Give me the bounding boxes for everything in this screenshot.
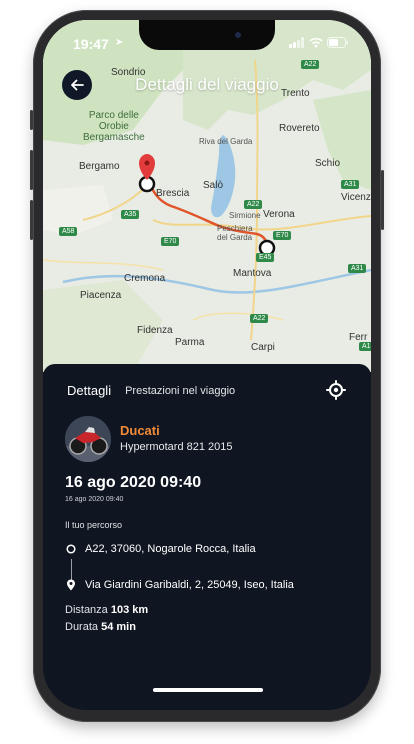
wifi-icon	[309, 37, 323, 48]
location-arrow-icon: ➤	[115, 37, 124, 48]
map-background	[43, 20, 371, 372]
map-label-schio: Schio	[315, 158, 341, 169]
route-label: Il tuo percorso	[65, 520, 123, 530]
signal-icon	[289, 37, 304, 48]
duration-label: Durata	[65, 621, 99, 633]
silent-switch	[30, 110, 33, 130]
road-shield-a31: A31	[341, 180, 360, 189]
vehicle-model: Hypermotard 821 2015	[120, 441, 233, 453]
trip-date: 16 ago 2020 09:40	[65, 474, 202, 491]
volume-up-button	[30, 150, 33, 190]
crosshair-icon	[326, 380, 346, 400]
page-title: Dettagli del viaggio	[135, 75, 279, 94]
map-label-rovereto: Rovereto	[279, 123, 320, 134]
status-bar: 19:47 ➤	[43, 20, 371, 56]
distance-value: 103 km	[110, 604, 149, 616]
trip-date-small: 16 ago 2020 09:40	[65, 496, 124, 503]
status-time: 19:47	[73, 36, 109, 52]
map-label-riva: Riva del Garda	[199, 137, 253, 146]
map-label-mantova: Mantova	[233, 268, 272, 279]
road-shield-a13: A13	[359, 342, 371, 351]
trip-duration: Durata 54 min	[65, 621, 136, 633]
start-circle-icon	[66, 544, 76, 554]
map-label-parco: Parco delle Orobie Bergamasche	[83, 110, 145, 143]
road-shield-a22-bottom: A22	[250, 314, 269, 323]
route-map[interactable]: Sondrio Trento Parco delle Orobie Bergam…	[43, 20, 371, 372]
map-label-salo: Salò	[203, 180, 224, 191]
road-shield-e45: E45	[256, 253, 275, 262]
map-label-piacenza: Piacenza	[80, 290, 122, 301]
map-label-cremona: Cremona	[124, 273, 166, 284]
map-label-brescia: Brescia	[156, 188, 190, 199]
battery-icon	[327, 37, 348, 48]
trip-distance: Distanza 103 km	[65, 604, 148, 616]
route-end: Via Giardini Garibaldi, 2, 25049, Iseo, …	[65, 579, 294, 591]
vehicle-avatar	[65, 416, 111, 462]
home-indicator[interactable]	[153, 688, 263, 692]
route-start: A22, 37060, Nogarole Rocca, Italia	[65, 543, 256, 555]
vehicle-brand: Ducati	[120, 423, 160, 438]
road-shield-a58: A58	[59, 227, 78, 236]
locate-button[interactable]	[326, 380, 346, 400]
map-label-peschiera: Peschiera del Garda	[217, 224, 253, 242]
map-label-sirmione: Sirmione	[229, 211, 261, 220]
duration-value: 54 min	[101, 621, 136, 633]
map-label-vicenza: Vicenz	[341, 192, 371, 203]
road-shield-e70b: E70	[273, 231, 292, 240]
route-end-address: Via Giardini Garibaldi, 2, 25049, Iseo, …	[85, 579, 294, 591]
map-label-fidenza: Fidenza	[137, 325, 173, 336]
map-label-carpi: Carpi	[251, 342, 275, 353]
screen: Sondrio Trento Parco delle Orobie Bergam…	[43, 20, 371, 710]
road-shield-a22-mid: A22	[244, 200, 263, 209]
map-label-parma: Parma	[175, 337, 205, 348]
tab-details[interactable]: Dettagli	[67, 383, 111, 398]
map-label-bergamo: Bergamo	[79, 161, 120, 172]
location-pin-icon	[67, 579, 75, 591]
motorcycle-image	[65, 416, 111, 462]
map-label-verona: Verona	[263, 209, 295, 220]
distance-label: Distanza	[65, 604, 108, 616]
road-shield-a35: A35	[121, 210, 140, 219]
trip-details-panel: Dettagli Prestazioni nel viaggio Ducati …	[43, 364, 371, 710]
route-start-address: A22, 37060, Nogarole Rocca, Italia	[85, 543, 256, 555]
road-shield-e70: E70	[161, 237, 180, 246]
road-shield-a22-top: A22	[301, 60, 320, 69]
road-shield-a31b: A31	[348, 264, 367, 273]
tab-trip-performance[interactable]: Prestazioni nel viaggio	[125, 385, 235, 397]
tab-bar: Dettagli Prestazioni nel viaggio	[67, 383, 235, 398]
power-button	[381, 170, 384, 230]
volume-down-button	[30, 200, 33, 240]
